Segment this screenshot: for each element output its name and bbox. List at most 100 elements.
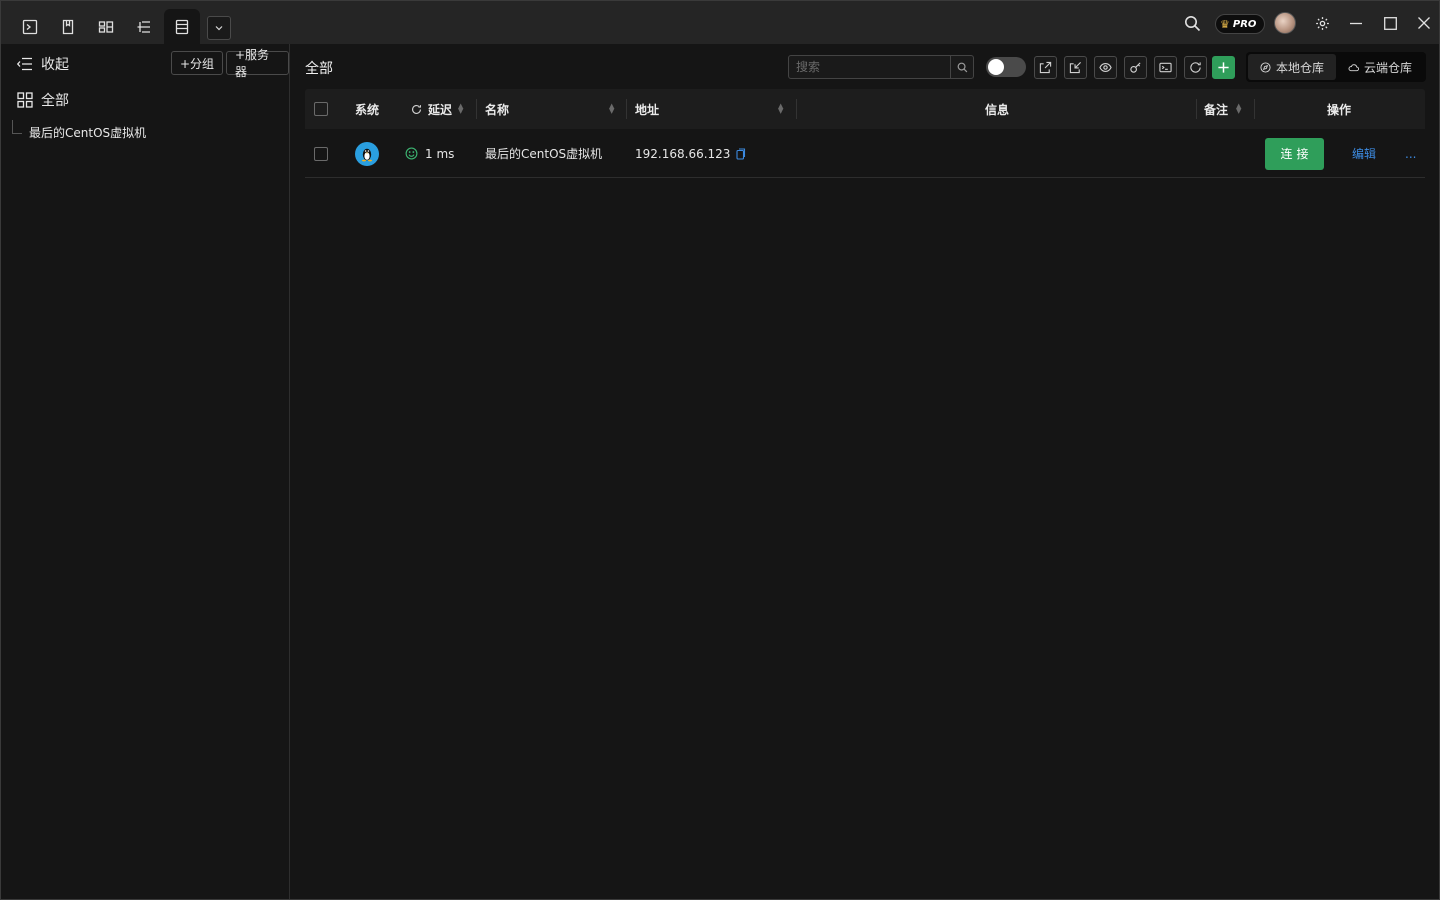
crown-icon: ♛ bbox=[1220, 17, 1230, 31]
server-address: 192.168.66.123 bbox=[635, 146, 731, 161]
key-icon bbox=[1130, 62, 1141, 73]
maximize-icon bbox=[1383, 16, 1397, 30]
linux-icon bbox=[355, 141, 379, 166]
sort-icon[interactable]: ▲ ▼ bbox=[1236, 103, 1241, 115]
col-name-label: 名称 bbox=[485, 102, 510, 117]
add-group-button[interactable]: +分组 bbox=[171, 51, 224, 75]
terminal-tab[interactable] bbox=[12, 9, 48, 45]
close-button[interactable] bbox=[1413, 10, 1435, 36]
export-button[interactable] bbox=[1034, 56, 1057, 79]
col-address[interactable]: 地址 ▲ ▼ bbox=[635, 89, 783, 129]
tree-tab[interactable] bbox=[126, 9, 162, 45]
search-box bbox=[788, 55, 974, 79]
pro-label: PRO bbox=[1232, 18, 1257, 30]
latency-value: 1 ms bbox=[425, 146, 455, 161]
sort-icon[interactable]: ▲ ▼ bbox=[458, 103, 463, 115]
cloud-repo-label: 云端仓库 bbox=[1363, 60, 1412, 75]
col-divider bbox=[1254, 99, 1255, 119]
edit-link[interactable]: 编辑 bbox=[1352, 129, 1376, 178]
connect-button[interactable]: 连接 bbox=[1265, 137, 1324, 170]
server-list-tab[interactable] bbox=[164, 9, 200, 45]
search-input[interactable] bbox=[789, 56, 950, 78]
sidebar: 收起 +分组 +服务器 全部 最后的CentOS虚拟机 bbox=[1, 44, 290, 899]
sidebar-item-all[interactable]: 全部 bbox=[17, 90, 69, 110]
repo-switch: 本地仓库 云端仓库 bbox=[1246, 52, 1426, 82]
import-icon bbox=[1069, 61, 1082, 74]
col-system: 系统 bbox=[355, 102, 380, 117]
copy-icon[interactable] bbox=[736, 147, 746, 160]
grid-icon bbox=[17, 92, 33, 108]
title-bar: ♛ PRO bbox=[1, 1, 1439, 45]
app-window: ♛ PRO 收起 +分组 +服务器 全部 最后的CentOS虚拟机 全部 搜索 … bbox=[0, 0, 1440, 900]
terminal-card-icon bbox=[1159, 62, 1172, 73]
server-table: 系统 延迟 ▲ ▼ 名称 ▲ ▼ 地址 ▲ ▼ 信息 备注 ▲ ▼ 操作 1 m… bbox=[305, 89, 1425, 178]
col-divider bbox=[796, 99, 797, 119]
pro-badge[interactable]: ♛ PRO bbox=[1215, 14, 1265, 34]
col-latency[interactable]: 延迟 ▲ ▼ bbox=[411, 89, 463, 129]
terminal-card-button[interactable] bbox=[1154, 56, 1177, 79]
main-panel: 全部 搜索 本地仓库 云端仓库 系统 延迟 ▲ ▼ 名称 ▲ ▼ 地址 ▲ ▼ … bbox=[291, 44, 1439, 899]
sort-icon[interactable]: ▲ ▼ bbox=[778, 103, 783, 115]
preview-button[interactable] bbox=[1094, 56, 1117, 79]
page-title: 全部 bbox=[305, 61, 333, 77]
compass-icon bbox=[1260, 61, 1271, 73]
plus-icon bbox=[1218, 62, 1229, 73]
key-button[interactable] bbox=[1124, 56, 1147, 79]
refresh-icon bbox=[1190, 62, 1201, 73]
tree-connector bbox=[12, 120, 22, 134]
add-button[interactable] bbox=[1212, 56, 1235, 79]
bookmark-icon bbox=[62, 19, 74, 35]
cloud-icon bbox=[1348, 63, 1359, 71]
eye-icon bbox=[1099, 63, 1112, 72]
sort-icon[interactable]: ▲ ▼ bbox=[609, 103, 614, 115]
col-latency-label: 延迟 bbox=[428, 102, 453, 117]
view-toggle[interactable] bbox=[986, 57, 1026, 77]
search-submit-button[interactable] bbox=[950, 56, 973, 78]
all-label: 全部 bbox=[41, 93, 69, 109]
col-name[interactable]: 名称 ▲ ▼ bbox=[485, 89, 614, 129]
add-server-button[interactable]: +服务器 bbox=[226, 48, 289, 79]
address-cell: 192.168.66.123 bbox=[635, 129, 746, 178]
col-info: 信息 bbox=[985, 102, 1010, 117]
collapse-label: 收起 bbox=[41, 57, 69, 73]
col-remark-label: 备注 bbox=[1204, 102, 1229, 117]
server-list-icon bbox=[175, 19, 189, 35]
table-row[interactable]: 1 ms 最后的CentOS虚拟机 192.168.66.123 连接 编辑 .… bbox=[305, 129, 1425, 178]
col-address-label: 地址 bbox=[635, 102, 660, 117]
settings-button[interactable] bbox=[1311, 10, 1333, 36]
refresh-button[interactable] bbox=[1184, 56, 1207, 79]
menu-collapse-icon bbox=[17, 57, 32, 71]
bookmark-tab[interactable] bbox=[50, 9, 86, 45]
smile-icon bbox=[405, 147, 418, 160]
select-all-cell bbox=[314, 89, 328, 129]
global-search-button[interactable] bbox=[1181, 10, 1203, 36]
select-all-checkbox[interactable] bbox=[314, 102, 328, 116]
export-icon bbox=[1039, 61, 1052, 74]
local-repo-label: 本地仓库 bbox=[1275, 60, 1324, 75]
col-divider bbox=[476, 99, 477, 119]
maximize-button[interactable] bbox=[1379, 10, 1401, 36]
tree-icon bbox=[137, 21, 150, 33]
connect-cell: 连接 bbox=[1265, 129, 1324, 178]
col-divider bbox=[1196, 99, 1197, 119]
col-divider bbox=[626, 99, 627, 119]
collapse-sidebar-button[interactable]: 收起 bbox=[17, 54, 69, 74]
import-button[interactable] bbox=[1064, 56, 1087, 79]
more-menu-button[interactable]: ... bbox=[1405, 129, 1416, 178]
layout-tab[interactable] bbox=[88, 9, 124, 45]
table-header: 系统 延迟 ▲ ▼ 名称 ▲ ▼ 地址 ▲ ▼ 信息 备注 ▲ ▼ 操作 bbox=[305, 89, 1425, 129]
latency-cell: 1 ms bbox=[405, 129, 454, 178]
local-repo-tab[interactable]: 本地仓库 bbox=[1248, 54, 1336, 80]
close-icon bbox=[1418, 17, 1430, 29]
layout-icon bbox=[98, 21, 114, 33]
cloud-repo-tab[interactable]: 云端仓库 bbox=[1336, 54, 1424, 80]
row-checkbox[interactable] bbox=[314, 146, 328, 161]
tabs-dropdown-button[interactable] bbox=[207, 16, 231, 40]
user-avatar[interactable] bbox=[1274, 12, 1296, 34]
col-remark[interactable]: 备注 ▲ ▼ bbox=[1204, 89, 1241, 129]
minimize-icon bbox=[1350, 22, 1362, 25]
search-icon bbox=[957, 62, 967, 72]
toggle-knob bbox=[988, 59, 1004, 75]
minimize-button[interactable] bbox=[1345, 10, 1367, 36]
sidebar-item-server[interactable]: 最后的CentOS虚拟机 bbox=[29, 124, 146, 141]
